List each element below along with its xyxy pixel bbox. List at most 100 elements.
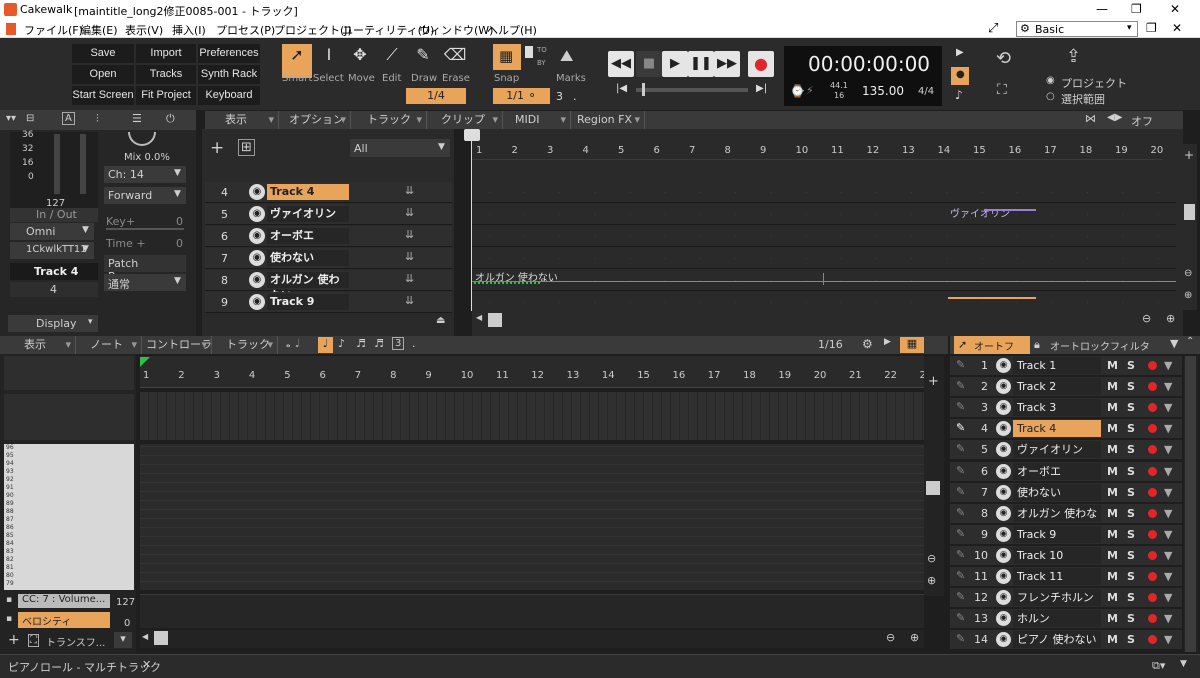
tracks-button[interactable]: Tracks (136, 65, 196, 84)
piano-grid-resolution[interactable]: 1/16 (818, 338, 843, 351)
collapse-icon[interactable]: ⏏ (436, 315, 445, 326)
record-arm-button[interactable] (1148, 635, 1157, 645)
record-arm-button[interactable] (1148, 382, 1157, 392)
marks-menu-icon[interactable]: . (573, 90, 577, 103)
power-icon[interactable]: ⏻ (166, 112, 175, 126)
track-menu-view[interactable]: 表示 (219, 111, 279, 129)
inspector-menu-icon[interactable]: ▾▾ (6, 113, 16, 124)
track-row[interactable]: 6 ◉ オーボエ ⇊ (205, 226, 452, 247)
export-icon[interactable]: ⇪ (1066, 46, 1081, 67)
auto-punch-button[interactable]: ● (951, 67, 969, 85)
track-menu-track[interactable]: トラック (361, 111, 427, 129)
play-button[interactable]: ▶ (662, 51, 688, 77)
mute-button[interactable]: M (1107, 465, 1118, 478)
arrow-icon[interactable]: ▶ (884, 337, 891, 347)
piano-track-row[interactable]: ✎ 14 ◉ ピアノ 使わない M S ▼ (950, 630, 1182, 650)
filter-icon[interactable]: ▼ (1164, 443, 1172, 456)
mute-button[interactable]: M (1107, 549, 1118, 562)
loop-icon[interactable]: ⟲ (996, 48, 1011, 69)
rewind-button[interactable]: ◀◀ (608, 51, 634, 77)
track-name[interactable]: オルガン 使わない (267, 272, 349, 302)
menu-view[interactable]: 表示(V) (125, 22, 163, 38)
piano-track-row[interactable]: ✎ 8 ◉オルガン 使わない MS ▼ (950, 503, 1182, 537)
tool-resolution[interactable]: 1/4 (406, 88, 466, 104)
marks-button[interactable]: ⛰ (556, 44, 584, 70)
zoom-in-icon[interactable]: ⊕ (1166, 312, 1175, 325)
piano-tracks-vscroll[interactable] (1184, 356, 1198, 652)
piano-track-name[interactable]: Track 4 (1013, 420, 1101, 438)
time-plus-value[interactable]: 0 (176, 237, 183, 250)
scroll-left-icon[interactable]: ◀ (476, 313, 482, 322)
now-slider[interactable] (636, 88, 748, 92)
solo-button[interactable]: S (1127, 465, 1135, 478)
now-marker[interactable] (464, 129, 480, 141)
piano-vzoom-out-icon[interactable]: ⊖ (927, 552, 936, 565)
expand-arrows-icon[interactable]: ⇊ (405, 272, 414, 285)
auto-lock-label[interactable]: オートロック (1050, 338, 1110, 353)
transform-label[interactable]: トランスフ... (46, 634, 105, 649)
piano-track-name[interactable]: オーボエ (1013, 462, 1101, 480)
now-slider-thumb[interactable] (642, 83, 645, 96)
piano-keyboard[interactable]: 96 95 94 93 92 91 90 89 88 87 86 85 84 83 82 81 80 79 (4, 444, 134, 590)
mute-button[interactable]: M (1107, 443, 1118, 456)
edit-pencil-icon[interactable]: ✎ (956, 400, 965, 413)
piano-track-row[interactable]: ✎ 13 ◉ ホルン M S ▼ (950, 609, 1182, 629)
track-row[interactable]: 4 ◉ Track 4 ⇊ (205, 182, 452, 203)
vzoom-out-icon[interactable]: ⊖ (1184, 268, 1192, 279)
filter-icon[interactable]: ▼ (1164, 359, 1172, 372)
close-button[interactable]: ✕ (1170, 2, 1180, 16)
track-name[interactable]: オーボエ (267, 228, 349, 244)
restore-icon[interactable]: ❐ (1146, 21, 1157, 35)
filter-icon[interactable]: ▼ (1164, 528, 1172, 541)
record-arm-button[interactable] (1148, 529, 1157, 539)
off-label[interactable]: オフ (1131, 113, 1153, 129)
triplet-icon[interactable]: 3 (392, 337, 405, 350)
piano-roll-tab[interactable]: ピアノロール - マルチトラック (8, 659, 161, 675)
edit-pencil-icon[interactable]: ✎ (956, 442, 965, 455)
record-button[interactable]: ● (748, 51, 774, 77)
piano-track-row[interactable]: ✎ 4 ◉ Track 4 M S ▼ (950, 419, 1182, 439)
filter-label[interactable]: フィルタ (1110, 338, 1150, 353)
track-menu-regionfx[interactable]: Region FX (571, 111, 645, 129)
sixteenth-note-icon[interactable]: ♬ (356, 337, 366, 350)
solo-button[interactable]: S (1127, 633, 1135, 646)
sync-icon[interactable]: ⚡ (806, 84, 814, 97)
track-name[interactable]: Track 4 (267, 184, 349, 200)
piano-track-row[interactable]: ✎ 10 ◉ Track 10 M S ▼ (950, 545, 1182, 565)
menu-project[interactable]: プロジェクト(J) (274, 22, 352, 38)
solo-button[interactable]: S (1127, 443, 1135, 456)
piano-track-name[interactable]: Track 9 (1013, 525, 1101, 543)
track-lane[interactable] (472, 292, 1176, 313)
stop-button[interactable]: ■ (636, 51, 662, 77)
track-lane[interactable] (472, 182, 1176, 203)
piano-ruler[interactable]: 1 2 3 4 5 6 7 8 9 10 11 12 13 14 15 16 17 18 19 20 21 22 2 (140, 356, 926, 388)
text-icon[interactable]: A (62, 112, 75, 125)
volume-fader[interactable] (54, 134, 60, 194)
thirtysecond-note-icon[interactable]: ♬ (374, 337, 384, 350)
piano-snap-button[interactable]: ▦ (900, 337, 924, 353)
display-select[interactable]: Display ▾ (8, 315, 98, 332)
auto-focus-button[interactable]: ➚オートフォ... (954, 336, 1030, 368)
cc-select[interactable]: CC: 7 : Volume... (18, 594, 110, 608)
transform-icon[interactable]: ⛶ (28, 634, 39, 647)
piano-add-icon[interactable]: + (928, 374, 939, 389)
record-arm-button[interactable] (1148, 445, 1157, 455)
piano-track-row[interactable]: ✎ 1 ◉ Track 1 M S ▼ (950, 356, 1182, 375)
eq-icon[interactable]: ⫶ (96, 112, 99, 126)
list-icon[interactable]: ☰ (132, 112, 142, 125)
mute-button[interactable]: M (1107, 380, 1118, 393)
mute-button[interactable]: M (1107, 591, 1118, 604)
key-plus-value[interactable]: 0 (176, 215, 183, 228)
track9-clip-line[interactable] (948, 297, 1036, 299)
solo-button[interactable]: S (1127, 549, 1135, 562)
timeline-hscroll[interactable]: ◀ ⊖ ⊕ (472, 311, 1183, 329)
snap-toggle[interactable] (525, 46, 533, 58)
track-filter-select[interactable]: All ▼ (350, 139, 450, 157)
go-to-start-icon[interactable]: |◀ (616, 83, 627, 94)
keyboard-button[interactable]: Keyboard (198, 86, 260, 105)
vscroll-thumb[interactable] (1184, 204, 1195, 220)
menu-file[interactable]: ファイル(F) (24, 22, 83, 38)
edit-pencil-icon[interactable]: ✎ (956, 527, 965, 540)
edit-pencil-icon[interactable]: ✎ (956, 506, 965, 519)
edit-pencil-icon[interactable]: ✎ (956, 590, 965, 603)
